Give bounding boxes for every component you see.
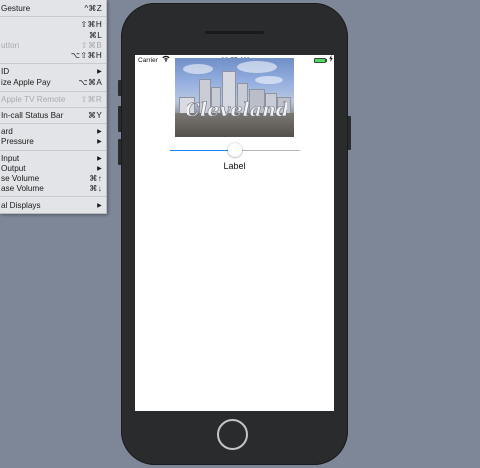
value-slider[interactable] — [170, 142, 300, 158]
carrier-label: Carrier — [138, 57, 158, 64]
menu-item-shortcut: ⌥⌘A — [78, 78, 102, 87]
charging-icon — [329, 55, 333, 67]
menu-item-lock[interactable]: ⌘L — [0, 31, 106, 41]
battery-level — [315, 59, 325, 62]
menu-item-shortcut: ⌥⇧⌘H — [70, 51, 102, 60]
home-button[interactable] — [217, 419, 248, 450]
battery-icon — [314, 58, 326, 63]
menu-item-external-displays[interactable]: al Displays ▶ — [0, 201, 106, 211]
iphone-device: Carrier 10:57 AM — [121, 3, 348, 465]
menu-item-audio-input[interactable]: Input ▶ — [0, 154, 106, 164]
cloud — [237, 61, 277, 73]
menu-item-label: ase Volume — [1, 184, 44, 193]
cleveland-photo: Cleveland — [175, 58, 294, 137]
phone-screen: Carrier 10:57 AM — [135, 55, 334, 411]
sign-text: Cleveland — [187, 99, 287, 121]
wifi-icon — [162, 55, 170, 67]
menu-item-label: Apple TV Remote — [1, 95, 66, 104]
menu-item-shortcut: ⌘Y — [87, 111, 102, 120]
submenu-arrow-icon: ▶ — [97, 166, 102, 172]
menu-item-shortcut: ⇧⌘B — [80, 41, 102, 50]
submenu-arrow-icon: ▶ — [97, 203, 102, 209]
earpiece-speaker — [205, 31, 264, 34]
menu-separator — [0, 150, 106, 151]
slider-track-filled — [170, 150, 235, 151]
submenu-arrow-icon: ▶ — [97, 139, 102, 145]
menu-separator — [0, 16, 106, 17]
menu-item-label: Gesture — [1, 4, 31, 13]
battery-tip — [326, 59, 327, 62]
menu-item-touch-pressure[interactable]: Pressure ▶ — [0, 137, 106, 147]
menu-item-label: al Displays — [1, 201, 41, 210]
submenu-arrow-icon: ▶ — [97, 129, 102, 135]
value-label: Label — [223, 161, 246, 171]
menu-separator — [0, 63, 106, 64]
menu-item-shortcut: ⇧⌘H — [80, 20, 102, 29]
submenu-arrow-icon: ▶ — [97, 156, 102, 162]
menu-item-siri[interactable]: ⌥⇧⌘H — [0, 51, 106, 61]
menu-item-shortcut: ⌘↑ — [89, 174, 102, 183]
submenu-arrow-icon: ▶ — [97, 69, 102, 75]
menu-item-decrease-volume[interactable]: ase Volume ⌘↓ — [0, 184, 106, 194]
menu-item-label: Output — [1, 164, 26, 173]
menu-item-touch-id[interactable]: ID ▶ — [0, 67, 106, 77]
cleveland-script-sign: Cleveland — [187, 96, 287, 124]
hardware-menu: Gesture ^⌘Z ⇧⌘H ⌘L utton ⇧⌘B ⌥⇧⌘H ID ▶ i… — [0, 0, 107, 214]
menu-item-authorize-apple-pay[interactable]: ize Apple Pay ⌥⌘A — [0, 78, 106, 88]
menu-item-side-button[interactable]: utton ⇧⌘B — [0, 41, 106, 51]
menu-item-keyboard[interactable]: ard ▶ — [0, 127, 106, 137]
cloud — [255, 76, 283, 84]
menu-separator — [0, 123, 106, 124]
menu-item-apple-tv-remote[interactable]: Apple TV Remote ⇧⌘R — [0, 95, 106, 105]
menu-item-label: Pressure — [1, 137, 34, 146]
menu-item-gesture[interactable]: Gesture ^⌘Z — [0, 4, 106, 14]
menu-item-label: ize Apple Pay — [1, 78, 51, 87]
menu-item-in-call-status-bar[interactable]: In-call Status Bar ⌘Y — [0, 111, 106, 121]
menu-item-shortcut: ^⌘Z — [84, 4, 102, 13]
menu-separator — [0, 107, 106, 108]
menu-item-shortcut: ⌘↓ — [89, 184, 102, 193]
menu-item-shortcut: ⇧⌘R — [80, 95, 102, 104]
menu-item-label: se Volume — [1, 174, 40, 183]
menu-item-label: Input — [1, 154, 20, 163]
slider-thumb[interactable] — [228, 143, 242, 157]
menu-item-label: ard — [1, 127, 13, 136]
menu-item-shortcut: ⌘L — [88, 31, 102, 40]
menu-item-audio-output[interactable]: Output ▶ — [0, 164, 106, 174]
menu-separator — [0, 91, 106, 92]
menu-item-label: ID — [1, 67, 10, 76]
menu-item-label: In-call Status Bar — [1, 111, 64, 120]
menu-item-home[interactable]: ⇧⌘H — [0, 20, 106, 30]
menu-item-increase-volume[interactable]: se Volume ⌘↑ — [0, 174, 106, 184]
menu-item-label: utton — [1, 41, 20, 50]
menu-separator — [0, 196, 106, 197]
cloud — [183, 64, 213, 74]
